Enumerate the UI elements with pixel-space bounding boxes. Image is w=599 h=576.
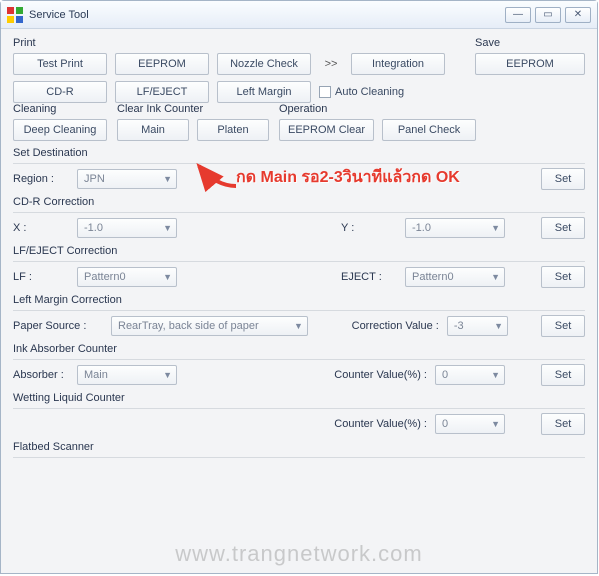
paper-source-label: Paper Source :	[13, 320, 103, 332]
chevron-down-icon: ▼	[163, 272, 172, 282]
clear-ink-platen-button[interactable]: Platen	[197, 119, 269, 141]
ink-counter-label: Counter Value(%) :	[312, 369, 427, 381]
absorber-label: Absorber :	[13, 369, 69, 381]
save-label: Save	[475, 37, 585, 49]
save-eeprom-button[interactable]: EEPROM	[475, 53, 585, 75]
region-set-button[interactable]: Set	[541, 168, 585, 190]
chevron-down-icon: ▼	[163, 370, 172, 380]
cdr-correction-label: CD-R Correction	[13, 196, 585, 208]
content-area: Print Test Print EEPROM Nozzle Check >> …	[1, 29, 597, 573]
more-arrows-icon: >>	[319, 58, 343, 70]
close-button[interactable]: ✕	[565, 7, 591, 23]
integration-button[interactable]: Integration	[351, 53, 445, 75]
lf-select[interactable]: Pattern0▼	[77, 267, 177, 287]
app-window: Service Tool — ▭ ✕ Print Test Print EEPR…	[0, 0, 598, 574]
chevron-down-icon: ▼	[491, 272, 500, 282]
clear-ink-label: Clear Ink Counter	[117, 103, 269, 115]
print-label: Print	[13, 37, 465, 49]
wetting-counter-label: Counter Value(%) :	[312, 418, 427, 430]
correction-value-select[interactable]: -3▼	[447, 316, 508, 336]
chevron-down-icon: ▼	[294, 321, 303, 331]
region-select[interactable]: JPN▼	[77, 169, 177, 189]
eeprom-print-button[interactable]: EEPROM	[115, 53, 209, 75]
lf-label: LF :	[13, 271, 69, 283]
operation-label: Operation	[279, 103, 476, 115]
paper-source-select[interactable]: RearTray, back side of paper▼	[111, 316, 308, 336]
chevron-down-icon: ▼	[491, 370, 500, 380]
ink-set-button[interactable]: Set	[541, 364, 585, 386]
leftmargin-set-button[interactable]: Set	[541, 315, 585, 337]
chevron-down-icon: ▼	[163, 174, 172, 184]
chevron-down-icon: ▼	[491, 419, 500, 429]
deep-cleaning-button[interactable]: Deep Cleaning	[13, 119, 107, 141]
flatbed-label: Flatbed Scanner	[13, 441, 585, 453]
ink-counter-select[interactable]: 0▼	[435, 365, 505, 385]
lfeject-set-button[interactable]: Set	[541, 266, 585, 288]
set-destination-label: Set Destination	[13, 147, 585, 159]
left-margin-correction-label: Left Margin Correction	[13, 294, 585, 306]
cleaning-label: Cleaning	[13, 103, 107, 115]
minimize-button[interactable]: —	[505, 7, 531, 23]
wetting-set-button[interactable]: Set	[541, 413, 585, 435]
titlebar[interactable]: Service Tool — ▭ ✕	[1, 1, 597, 29]
eject-label: EJECT :	[341, 271, 397, 283]
cdr-set-button[interactable]: Set	[541, 217, 585, 239]
panel-check-button[interactable]: Panel Check	[382, 119, 476, 141]
absorber-select[interactable]: Main▼	[77, 365, 177, 385]
window-title: Service Tool	[29, 9, 505, 21]
wetting-label: Wetting Liquid Counter	[13, 392, 585, 404]
checkbox-icon	[319, 86, 331, 98]
cdr-y-label: Y :	[341, 222, 397, 234]
cdr-y-select[interactable]: -1.0▼	[405, 218, 505, 238]
lf-eject-button[interactable]: LF/EJECT	[115, 81, 209, 103]
maximize-button[interactable]: ▭	[535, 7, 561, 23]
correction-value-label: Correction Value :	[324, 320, 439, 332]
chevron-down-icon: ▼	[491, 223, 500, 233]
cdr-x-label: X :	[13, 222, 69, 234]
lf-eject-correction-label: LF/EJECT Correction	[13, 245, 585, 257]
chevron-down-icon: ▼	[494, 321, 503, 331]
eject-select[interactable]: Pattern0▼	[405, 267, 505, 287]
chevron-down-icon: ▼	[163, 223, 172, 233]
nozzle-check-button[interactable]: Nozzle Check	[217, 53, 311, 75]
left-margin-button[interactable]: Left Margin	[217, 81, 311, 103]
auto-cleaning-checkbox[interactable]: Auto Cleaning	[319, 86, 404, 98]
cdr-x-select[interactable]: -1.0▼	[77, 218, 177, 238]
ink-absorber-label: Ink Absorber Counter	[13, 343, 585, 355]
cdr-button[interactable]: CD-R	[13, 81, 107, 103]
eeprom-clear-button[interactable]: EEPROM Clear	[279, 119, 374, 141]
test-print-button[interactable]: Test Print	[13, 53, 107, 75]
auto-cleaning-label: Auto Cleaning	[335, 86, 404, 98]
clear-ink-main-button[interactable]: Main	[117, 119, 189, 141]
app-icon	[7, 7, 23, 23]
region-label: Region :	[13, 173, 69, 185]
wetting-counter-select[interactable]: 0▼	[435, 414, 505, 434]
